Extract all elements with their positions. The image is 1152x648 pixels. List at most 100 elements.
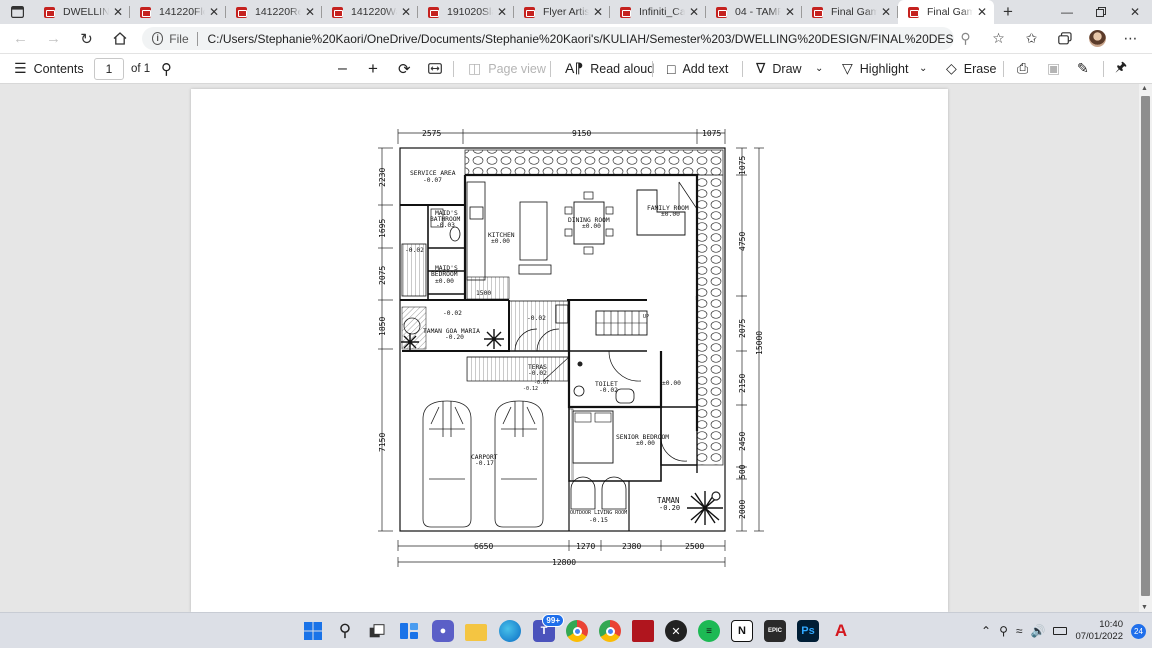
- contents-button[interactable]: ☰ Contents: [14, 53, 84, 84]
- taskbar-search-button[interactable]: ⚲: [334, 620, 356, 642]
- level-teras: -0.02: [528, 370, 547, 377]
- file-explorer-button[interactable]: [465, 624, 487, 641]
- profile-button[interactable]: [1081, 24, 1114, 53]
- collections-button[interactable]: [1048, 24, 1081, 53]
- url-scheme-label: File: [169, 31, 189, 46]
- url-text[interactable]: C:/Users/Stephanie%20Kaori/OneDrive/Docu…: [207, 32, 954, 46]
- browser-tab-bar: DWELLING✕141220Floor✕141220Rect✕141220Wa…: [0, 0, 1152, 24]
- browser-tab[interactable]: 141220Walk✕: [322, 0, 418, 24]
- close-tab-icon[interactable]: ✕: [688, 5, 700, 19]
- add-favorite-button[interactable]: ☆: [982, 24, 1015, 53]
- settings-more-button[interactable]: ⋯: [1114, 24, 1147, 53]
- draw-button[interactable]: ∇ Draw: [756, 53, 802, 84]
- favorites-button[interactable]: ✩: [1015, 24, 1048, 53]
- chrome-profile-1-button[interactable]: [566, 620, 588, 642]
- rotate-icon: ⟳: [398, 60, 411, 78]
- fit-page-button[interactable]: [428, 53, 442, 84]
- close-tab-icon[interactable]: ✕: [496, 5, 508, 19]
- scroll-down-icon[interactable]: ▼: [1141, 604, 1148, 611]
- edge-browser-button[interactable]: [499, 620, 521, 642]
- browser-tab[interactable]: 191020Slab✕: [418, 0, 514, 24]
- scroll-thumb[interactable]: [1141, 96, 1150, 596]
- tab-title: DWELLING: [63, 6, 109, 18]
- chevron-down-icon: ⌄: [919, 63, 928, 74]
- close-tab-icon[interactable]: ✕: [592, 5, 604, 19]
- browser-tab[interactable]: 141220Rect✕: [226, 0, 322, 24]
- browser-tab[interactable]: DWELLING✕: [34, 0, 130, 24]
- favorites-icon: ✩: [1025, 30, 1038, 46]
- zoom-in-button[interactable]: +: [368, 53, 378, 84]
- add-text-button[interactable]: □ Add text: [667, 53, 728, 84]
- epic-games-button[interactable]: EPIC: [764, 620, 786, 642]
- fit-width-icon: [428, 63, 442, 74]
- battery-icon[interactable]: [1053, 627, 1068, 635]
- spotify-button[interactable]: ≡: [698, 620, 720, 642]
- start-button[interactable]: [302, 620, 324, 642]
- print-button[interactable]: ⎙: [1017, 53, 1028, 84]
- teams-button[interactable]: T 99+: [533, 614, 564, 642]
- acrobat-button[interactable]: A: [830, 620, 852, 642]
- show-hidden-icons-button[interactable]: ⌃: [981, 624, 991, 638]
- browser-tab[interactable]: Final Gamta✕: [898, 0, 994, 24]
- page-number-input[interactable]: 1: [94, 57, 124, 80]
- browser-tab[interactable]: Infiniti_Cata✕: [610, 0, 706, 24]
- teams-chat-button[interactable]: ●: [432, 620, 454, 642]
- highlight-button[interactable]: ▽ Highlight: [842, 53, 908, 84]
- read-aloud-button[interactable]: A⁋ Read aloud: [565, 53, 654, 84]
- url-field[interactable]: i File C:/Users/Stephanie%20Kaori/OneDri…: [142, 27, 954, 50]
- save-as-button[interactable]: ✎: [1077, 53, 1089, 84]
- browser-tab[interactable]: Flyer Artisan✕: [514, 0, 610, 24]
- info-icon[interactable]: i: [152, 32, 164, 45]
- network-vpn-icon[interactable]: ⚲: [999, 624, 1008, 638]
- clock[interactable]: 10:40 07/01/2022: [1075, 619, 1123, 643]
- close-tab-icon[interactable]: ✕: [880, 5, 892, 19]
- draw-options-dropdown[interactable]: ⌄: [815, 53, 823, 84]
- close-tab-icon[interactable]: ✕: [784, 5, 796, 19]
- home-button[interactable]: [103, 24, 136, 53]
- notification-count-badge[interactable]: 24: [1131, 623, 1146, 639]
- back-button[interactable]: ←: [4, 24, 37, 53]
- zoom-out-button[interactable]: –: [338, 53, 347, 84]
- chrome-profile-2-button[interactable]: [599, 620, 621, 642]
- new-tab-button[interactable]: +: [994, 0, 1022, 24]
- close-tab-icon[interactable]: ✕: [112, 5, 124, 19]
- highlight-options-dropdown[interactable]: ⌄: [919, 53, 927, 84]
- find-button[interactable]: ⚲: [161, 53, 172, 84]
- zoom-button[interactable]: ⚲: [949, 24, 982, 53]
- photoshop-button[interactable]: Ps: [797, 620, 819, 642]
- close-tab-icon[interactable]: ✕: [976, 5, 988, 19]
- browser-tab[interactable]: 141220Floor✕: [130, 0, 226, 24]
- app-red-button[interactable]: [632, 620, 654, 642]
- erase-button[interactable]: ◇ Erase: [946, 53, 996, 84]
- task-view-button[interactable]: [366, 620, 388, 642]
- vertical-scrollbar[interactable]: ▲ ▼: [1139, 84, 1152, 612]
- level-garden-path: -0.02: [443, 310, 462, 317]
- browser-tab[interactable]: 04 - TAMPA✕: [706, 0, 802, 24]
- pdf-file-icon: [428, 6, 439, 18]
- notion-button[interactable]: N: [731, 620, 753, 642]
- restore-button[interactable]: [1084, 0, 1118, 24]
- toolbar-divider: [652, 61, 653, 77]
- xbox-button[interactable]: ✕: [665, 620, 687, 642]
- close-tab-icon[interactable]: ✕: [400, 5, 412, 19]
- pin-toolbar-button[interactable]: 🖈: [1115, 53, 1127, 84]
- highlighter-icon: ▽: [842, 60, 853, 76]
- system-tray: ⌃ ⚲ ≈ 🔊 10:40 07/01/2022 24: [981, 613, 1152, 648]
- tab-actions-menu-button[interactable]: [0, 0, 34, 24]
- close-tab-icon[interactable]: ✕: [208, 5, 220, 19]
- minimize-icon: —: [1061, 5, 1073, 19]
- close-window-button[interactable]: ✕: [1118, 0, 1152, 24]
- minimize-button[interactable]: —: [1050, 0, 1084, 24]
- pdf-viewer-area[interactable]: 2575 9150 1075 2230 1695 2075 1850 7150 …: [0, 84, 1139, 612]
- wifi-icon[interactable]: ≈: [1016, 624, 1023, 638]
- browser-tab[interactable]: Final Gamta✕: [802, 0, 898, 24]
- close-tab-icon[interactable]: ✕: [304, 5, 316, 19]
- scroll-up-icon[interactable]: ▲: [1141, 85, 1148, 92]
- page-view-button[interactable]: ◫ Page view: [468, 53, 546, 84]
- volume-icon[interactable]: 🔊: [1031, 624, 1046, 638]
- rotate-button[interactable]: ⟳: [398, 53, 411, 84]
- save-button[interactable]: ▣: [1047, 53, 1060, 84]
- widgets-button[interactable]: [398, 620, 420, 642]
- forward-button[interactable]: →: [37, 24, 70, 53]
- refresh-button[interactable]: ↻: [70, 24, 103, 53]
